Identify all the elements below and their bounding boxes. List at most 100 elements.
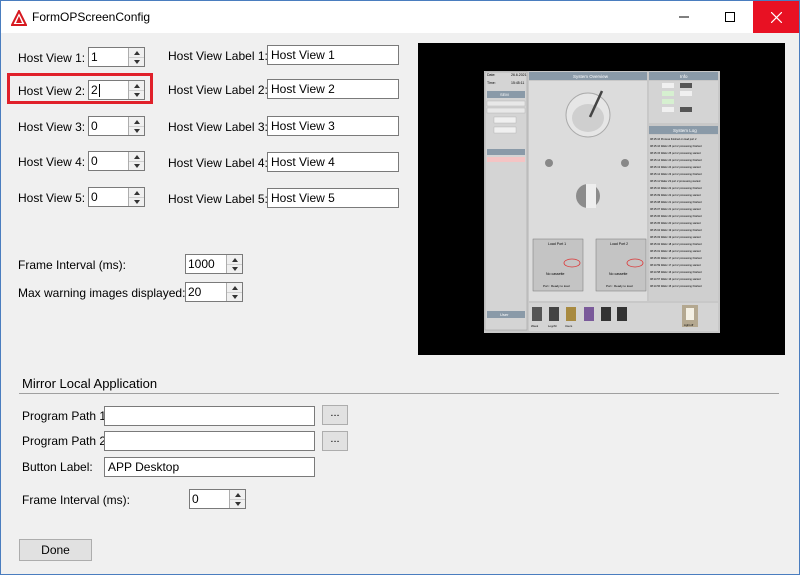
mirror-frame-interval-label: Frame Interval (ms): bbox=[22, 493, 131, 507]
preview-time-value: 15:45:11 bbox=[511, 81, 524, 85]
section-divider bbox=[19, 393, 779, 394]
preview-light-label: Light off bbox=[684, 323, 693, 327]
preview-log-entry: 08:14:58 Wafer 16 port 2 processing fini… bbox=[650, 270, 702, 274]
program-path-1-input[interactable] bbox=[104, 406, 315, 426]
max-warning-label: Max warning images displayed: bbox=[18, 286, 186, 300]
max-warning-value[interactable]: 20 bbox=[188, 285, 201, 299]
preview-log-entry: 08:15:02 Wafer 18 port 2 processing fini… bbox=[650, 242, 702, 246]
preview-log-entry: 08:15:16 Wafer 25 port 2 processing fini… bbox=[650, 144, 702, 148]
preview-log-entry: 08:15:06 Wafer 20 port 2 processing fini… bbox=[650, 214, 702, 218]
spinner-arrows[interactable] bbox=[229, 490, 245, 508]
host-view-label-4-caption: Host View Label 4: bbox=[168, 156, 268, 170]
preview-log-entry: 08:15:14 Wafer 24 port 2 processing fini… bbox=[650, 158, 702, 162]
preview-info-label: Info bbox=[680, 74, 688, 79]
preview-sem-label: SEM bbox=[500, 92, 509, 97]
host-view-preview: Date: 26.6.2021 Time: 15:45:11 SEM User … bbox=[418, 43, 785, 355]
spin-down-icon[interactable] bbox=[230, 499, 245, 508]
host-view-5-label: Host View 5: bbox=[18, 191, 86, 205]
preview-log-entry: 08:15:03 Wafer 19 port 2 processing star… bbox=[650, 235, 701, 239]
spinner-arrows[interactable] bbox=[226, 283, 242, 301]
preview-log-entry: 08:15:08 Wafer 21 port 2 processing fini… bbox=[650, 200, 702, 204]
preview-log-entry: 08:15:09 Wafer 22 port 2 processing star… bbox=[650, 193, 701, 197]
preview-log-entry: 08:14:57 Wafer 16 port 2 processing star… bbox=[650, 277, 701, 281]
button-label-caption: Button Label: bbox=[22, 460, 93, 474]
spinner-arrows[interactable] bbox=[128, 152, 144, 170]
host-view-3-spinner[interactable]: 0 bbox=[88, 116, 145, 136]
host-view-5-spinner[interactable]: 0 bbox=[88, 187, 145, 207]
preview-log-entry: 08:15:04 Wafer 19 port 2 processing fini… bbox=[650, 228, 702, 232]
host-view-1-spinner[interactable]: 1 bbox=[88, 47, 145, 67]
close-button[interactable] bbox=[753, 1, 799, 33]
program-path-2-input[interactable] bbox=[104, 431, 315, 451]
preview-log-entry: 08:15:00 Wafer 17 port 2 processing fini… bbox=[650, 256, 702, 260]
preview-log-entry: 08:14:59 Wafer 17 port 2 processing star… bbox=[650, 263, 701, 267]
host-view-label-2-input[interactable]: Host View 2 bbox=[267, 79, 399, 99]
host-view-label-3-input[interactable]: Host View 3 bbox=[267, 116, 399, 136]
preview-log-entry: 08:14:56 Wafer 15 port 2 processing fini… bbox=[650, 284, 702, 288]
spin-down-icon[interactable] bbox=[129, 126, 144, 135]
maximize-button[interactable] bbox=[707, 1, 753, 33]
preview-no-cassette-2: No cassette bbox=[609, 272, 628, 276]
frame-interval-label: Frame Interval (ms): bbox=[18, 258, 127, 272]
preview-log-entry: 08:15:11 Wafer 23 port 2 processing star… bbox=[650, 179, 701, 183]
preview-log-entry: 08:15:05 Wafer 20 port 2 processing star… bbox=[650, 221, 701, 225]
spin-down-icon[interactable] bbox=[129, 197, 144, 206]
spinner-arrows[interactable] bbox=[128, 117, 144, 135]
preview-time-label: Time: bbox=[487, 81, 496, 85]
host-view-label-3-caption: Host View Label 3: bbox=[168, 120, 268, 134]
spinner-arrows[interactable] bbox=[226, 255, 242, 273]
mirror-frame-interval-spinner[interactable]: 0 bbox=[189, 489, 246, 509]
host-view-3-value[interactable]: 0 bbox=[91, 119, 98, 133]
button-label-input[interactable]: APP Desktop bbox=[104, 457, 315, 477]
host-view-label-4-input[interactable]: Host View 4 bbox=[267, 152, 399, 172]
program-path-2-label: Program Path 2: bbox=[22, 434, 110, 448]
preview-user-label: User bbox=[500, 312, 509, 317]
mirror-section-title: Mirror Local Application bbox=[22, 376, 158, 391]
spin-down-icon[interactable] bbox=[129, 161, 144, 170]
spin-down-icon[interactable] bbox=[129, 57, 144, 66]
window-title: FormOPScreenConfig bbox=[32, 10, 151, 24]
preview-log-entry: 08:15:12 Wafer 23 port 2 processing fini… bbox=[650, 172, 702, 176]
preview-nav-week: Week bbox=[531, 324, 539, 328]
preview-log-entry: 08:15:16 Process finished on load port 2 bbox=[650, 137, 697, 141]
preview-system-log-label: System Log bbox=[673, 128, 697, 133]
browse-path-1-button[interactable]: ... bbox=[322, 405, 348, 425]
browse-path-2-button[interactable]: ... bbox=[322, 431, 348, 451]
title-bar[interactable]: FormOPScreenConfig bbox=[1, 1, 799, 33]
program-path-1-label: Program Path 1: bbox=[22, 409, 110, 423]
spinner-arrows[interactable] bbox=[128, 48, 144, 66]
host-view-5-value[interactable]: 0 bbox=[91, 190, 98, 204]
preview-load-port-1: Load Port 1 bbox=[548, 242, 566, 246]
preview-no-cassette-1: No cassette bbox=[546, 272, 565, 276]
preview-date-value: 26.6.2021 bbox=[511, 73, 527, 77]
preview-load-port-2: Load Port 2 bbox=[610, 242, 628, 246]
done-button[interactable]: Done bbox=[19, 539, 92, 561]
maximize-icon bbox=[725, 12, 735, 22]
preview-system-overview: System Overview bbox=[573, 74, 609, 79]
host-view-4-value[interactable]: 0 bbox=[91, 154, 98, 168]
host-view-label-2-caption: Host View Label 2: bbox=[168, 83, 268, 97]
host-view-4-spinner[interactable]: 0 bbox=[88, 151, 145, 171]
spinner-arrows[interactable] bbox=[128, 188, 144, 206]
preview-nav-users: Users bbox=[565, 324, 573, 328]
preview-log-entry: 08:15:15 Wafer 25 port 2 processing star… bbox=[650, 151, 701, 155]
host-view-4-label: Host View 4: bbox=[18, 155, 86, 169]
mirror-frame-interval-value[interactable]: 0 bbox=[192, 492, 199, 506]
preview-log-entry: 08:15:10 Wafer 22 port 2 processing fini… bbox=[650, 186, 702, 190]
host-view-label-1-input[interactable]: Host View 1 bbox=[267, 45, 399, 65]
max-warning-spinner[interactable]: 20 bbox=[185, 282, 243, 302]
minimize-button[interactable] bbox=[661, 1, 707, 33]
host-view-1-value[interactable]: 1 bbox=[91, 50, 98, 64]
preview-screenshot: Date: 26.6.2021 Time: 15:45:11 SEM User … bbox=[484, 71, 720, 333]
highlight-box bbox=[7, 73, 153, 104]
host-view-3-label: Host View 3: bbox=[18, 120, 86, 134]
preview-log-entry: 08:15:01 Wafer 18 port 2 processing star… bbox=[650, 249, 701, 253]
host-view-label-5-input[interactable]: Host View 5 bbox=[267, 188, 399, 208]
spin-down-icon[interactable] bbox=[227, 292, 242, 301]
frame-interval-spinner[interactable]: 1000 bbox=[185, 254, 243, 274]
preview-port-ready-1: Port : Ready to load bbox=[543, 284, 570, 288]
host-view-1-label: Host View 1: bbox=[18, 51, 86, 65]
frame-interval-value[interactable]: 1000 bbox=[188, 257, 215, 271]
preview-log-entry: 08:15:07 Wafer 21 port 2 processing star… bbox=[650, 207, 701, 211]
spin-down-icon[interactable] bbox=[227, 264, 242, 273]
